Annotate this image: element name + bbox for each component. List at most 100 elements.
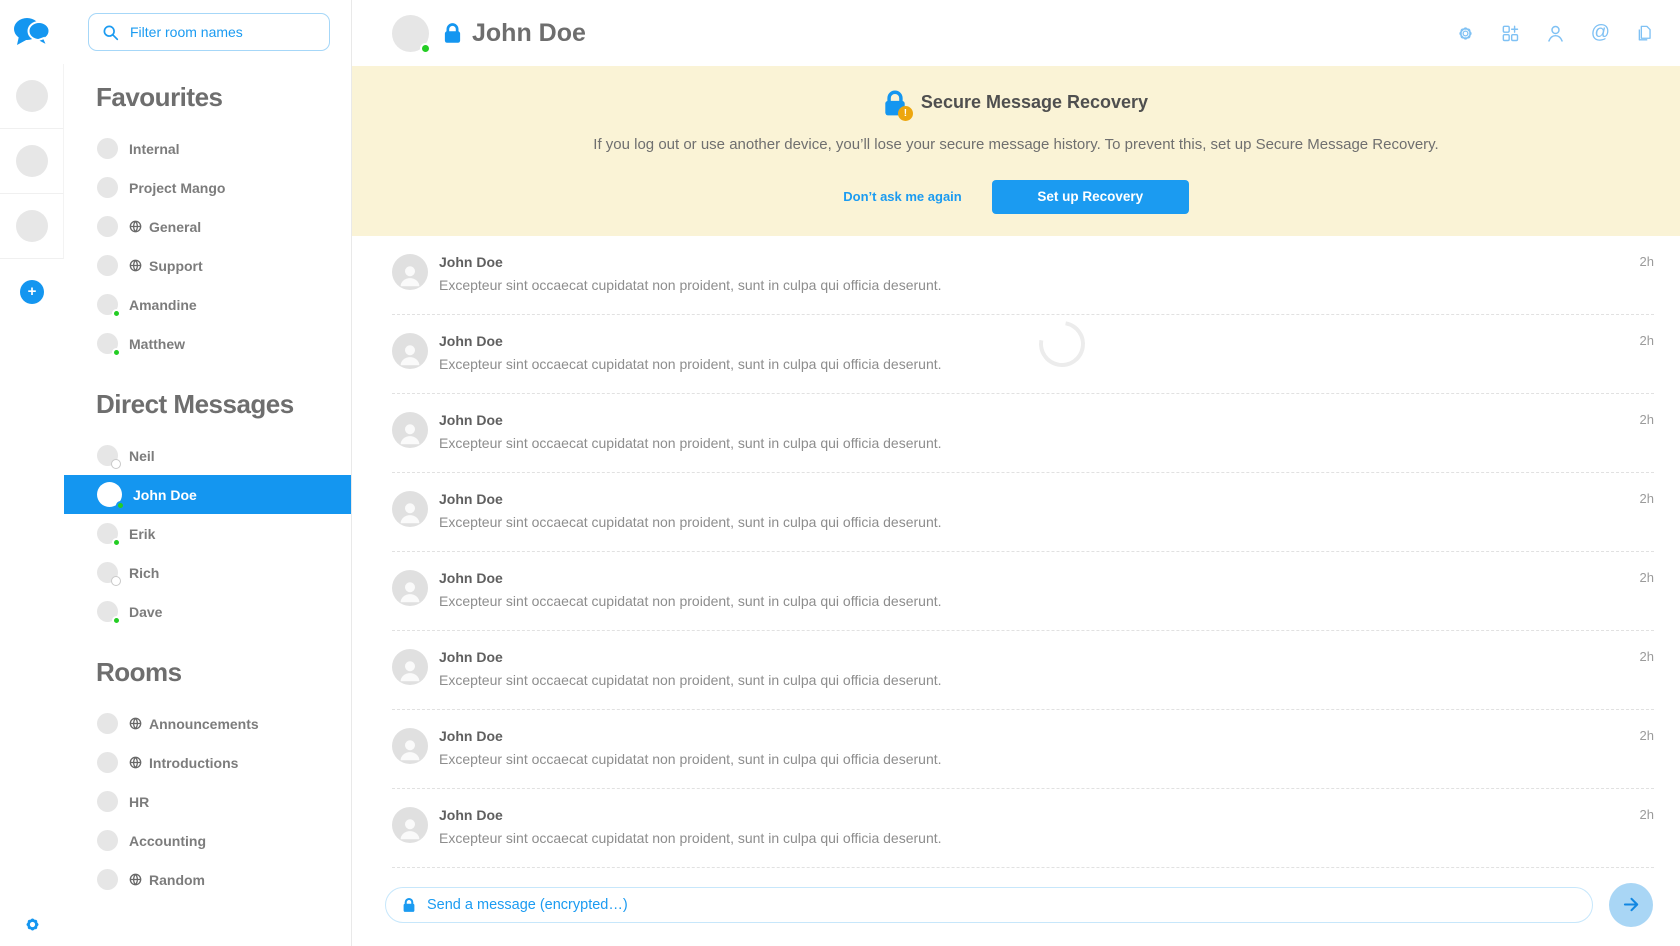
community-avatar-cell[interactable]: [0, 129, 64, 194]
message-row[interactable]: John Doe Excepteur sint occaecat cupidat…: [392, 552, 1654, 631]
room-name: General: [149, 219, 201, 235]
section-title-rooms: Rooms: [96, 657, 351, 688]
banner-title: Secure Message Recovery: [921, 92, 1148, 113]
presence-dot: [112, 538, 121, 547]
message-text: Excepteur sint occaecat cupidatat non pr…: [439, 830, 942, 846]
message-content: John Doe Excepteur sint occaecat cupidat…: [439, 333, 942, 393]
room-avatar: [97, 294, 118, 315]
message-row[interactable]: John Doe Excepteur sint occaecat cupidat…: [392, 394, 1654, 473]
message-content: John Doe Excepteur sint occaecat cupidat…: [439, 807, 942, 867]
room-avatar: [97, 216, 118, 237]
sender-avatar: [392, 728, 428, 764]
encrypted-lock-icon: [444, 22, 461, 44]
room-list-item[interactable]: Project Mango: [64, 168, 351, 207]
room-list-item[interactable]: Internal: [64, 129, 351, 168]
message-composer: [352, 869, 1680, 946]
community-avatar: [16, 145, 48, 177]
dont-ask-again-link[interactable]: Don’t ask me again: [843, 189, 961, 204]
room-list-item[interactable]: Neil: [64, 436, 351, 475]
banner-title-row: ! Secure Message Recovery: [884, 89, 1148, 117]
room-list-item[interactable]: Accounting: [64, 821, 351, 860]
members-icon[interactable]: [1545, 23, 1566, 44]
message-sender: John Doe: [439, 333, 942, 349]
message-sender: John Doe: [439, 254, 942, 270]
message-row[interactable]: John Doe Excepteur sint occaecat cupidat…: [392, 315, 1654, 394]
room-name: Random: [149, 872, 205, 888]
room-name: John Doe: [133, 487, 197, 503]
room-list-item[interactable]: General: [64, 207, 351, 246]
rail-add-cell: +: [0, 259, 64, 324]
mentions-icon[interactable]: @: [1591, 22, 1610, 44]
settings-gear-icon[interactable]: [0, 915, 64, 934]
message-row[interactable]: John Doe Excepteur sint occaecat cupidat…: [392, 473, 1654, 552]
composer-field[interactable]: [385, 887, 1593, 923]
room-list-item[interactable]: John Doe: [64, 475, 351, 514]
message-content: John Doe Excepteur sint occaecat cupidat…: [439, 649, 942, 709]
public-room-globe-icon: [129, 873, 142, 886]
public-room-globe-icon: [129, 220, 142, 233]
presence-dot: [111, 576, 121, 586]
add-integrations-icon[interactable]: [1500, 23, 1520, 43]
room-list-item[interactable]: Introductions: [64, 743, 351, 782]
room-name: HR: [129, 794, 149, 810]
message-timestamp: 2h: [1640, 333, 1654, 348]
message-row[interactable]: John Doe Excepteur sint occaecat cupidat…: [392, 631, 1654, 710]
room-list-item[interactable]: Amandine: [64, 285, 351, 324]
room-filter-box[interactable]: [88, 13, 330, 51]
add-community-button[interactable]: +: [20, 280, 44, 304]
message-timestamp: 2h: [1640, 570, 1654, 585]
message-timestamp: 2h: [1640, 807, 1654, 822]
room-list-item[interactable]: Random: [64, 860, 351, 899]
room-list-item[interactable]: Erik: [64, 514, 351, 553]
search-icon: [102, 24, 119, 41]
send-arrow-icon: [1621, 894, 1642, 915]
message-timestamp: 2h: [1640, 412, 1654, 427]
message-input[interactable]: [427, 897, 1575, 913]
files-icon[interactable]: [1635, 24, 1654, 43]
room-list-item[interactable]: Dave: [64, 592, 351, 631]
room-filter-input[interactable]: [130, 24, 316, 40]
room-list-item[interactable]: HR: [64, 782, 351, 821]
message-sender: John Doe: [439, 412, 942, 428]
banner-actions: Don’t ask me again Set up Recovery: [843, 180, 1188, 214]
encrypted-lock-icon: [403, 897, 415, 913]
room-avatar: [97, 333, 118, 354]
public-room-globe-icon: [129, 756, 142, 769]
message-content: John Doe Excepteur sint occaecat cupidat…: [439, 412, 942, 472]
app-logo[interactable]: [0, 0, 64, 64]
room-name: Matthew: [129, 336, 185, 352]
room-list-item[interactable]: Rich: [64, 553, 351, 592]
public-room-globe-icon: [129, 717, 142, 730]
message-row[interactable]: John Doe Excepteur sint occaecat cupidat…: [392, 710, 1654, 789]
send-button[interactable]: [1609, 883, 1653, 927]
public-room-globe-icon: [129, 259, 142, 272]
room-avatar: [97, 255, 118, 276]
settings-icon[interactable]: [1456, 24, 1475, 43]
room-header-actions: @: [1456, 22, 1654, 44]
room-avatar: [97, 713, 118, 734]
section-title-direct-messages: Direct Messages: [96, 389, 351, 420]
room-name: Dave: [129, 604, 162, 620]
room-avatar: [97, 562, 118, 583]
setup-recovery-button[interactable]: Set up Recovery: [992, 180, 1189, 214]
community-rail: +: [0, 0, 64, 946]
message-text: Excepteur sint occaecat cupidatat non pr…: [439, 514, 942, 530]
message-timeline[interactable]: John Doe Excepteur sint occaecat cupidat…: [352, 236, 1680, 869]
room-list-item[interactable]: Matthew: [64, 324, 351, 363]
room-list-item[interactable]: Support: [64, 246, 351, 285]
message-content: John Doe Excepteur sint occaecat cupidat…: [439, 570, 942, 630]
community-avatar-cell[interactable]: [0, 64, 64, 129]
message-row[interactable]: John Doe Excepteur sint occaecat cupidat…: [392, 789, 1654, 868]
community-avatar-cell[interactable]: [0, 194, 64, 259]
presence-dot: [111, 459, 121, 469]
message-row[interactable]: John Doe Excepteur sint occaecat cupidat…: [392, 236, 1654, 315]
message-sender: John Doe: [439, 807, 942, 823]
room-list-item[interactable]: Announcements: [64, 704, 351, 743]
room-avatar: [97, 445, 118, 466]
room-name: Project Mango: [129, 180, 225, 196]
sender-avatar: [392, 570, 428, 606]
room-name: Rich: [129, 565, 159, 581]
lock-warning-icon: !: [884, 89, 906, 117]
room-name: Neil: [129, 448, 155, 464]
message-text: Excepteur sint occaecat cupidatat non pr…: [439, 751, 942, 767]
